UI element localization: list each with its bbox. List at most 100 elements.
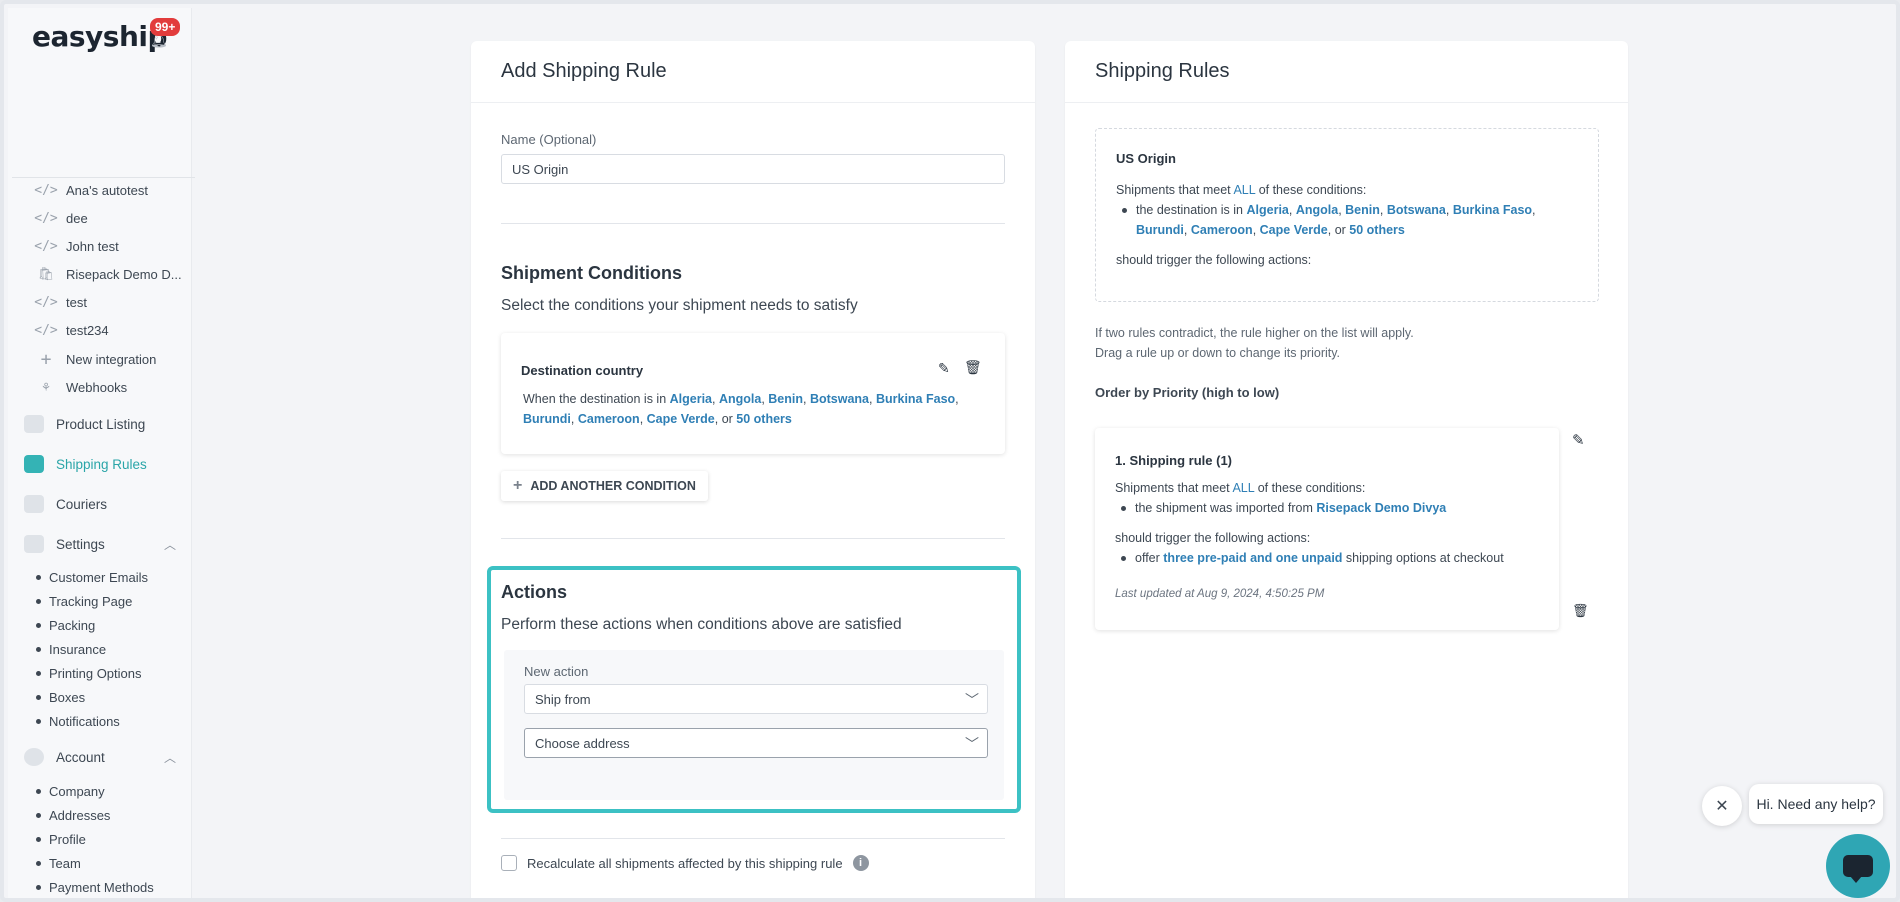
chevron-down-icon: ﹀	[965, 692, 979, 708]
add-condition-button[interactable]: + ADD ANOTHER CONDITION	[501, 471, 708, 501]
nav-settings[interactable]: Settings ︿	[24, 533, 184, 555]
account-profile[interactable]: Profile	[36, 832, 86, 847]
integration-test[interactable]: </> test	[34, 292, 87, 312]
help-line: If two rules contradict, the rule higher…	[1095, 326, 1414, 340]
edit-icon[interactable]: ✎	[938, 360, 950, 377]
others-link[interactable]: 50 others	[736, 412, 792, 426]
country-link[interactable]: Cape Verde	[647, 412, 715, 426]
meet-suffix: of these conditions:	[1254, 481, 1366, 495]
country-link[interactable]: Cameroon	[578, 412, 640, 426]
chevron-up-icon: ︿	[163, 537, 176, 552]
rule-preview: US Origin Shipments that meet ALL of the…	[1095, 128, 1599, 302]
chat-launcher-button[interactable]	[1826, 834, 1890, 898]
country-link[interactable]: Benin	[768, 392, 803, 406]
integration-risepack[interactable]: 🛍︎ Risepack Demo D...	[34, 264, 182, 284]
info-icon[interactable]: i	[852, 855, 869, 871]
settings-customer-emails[interactable]: Customer Emails	[36, 570, 148, 585]
settings-packing[interactable]: Packing	[36, 618, 95, 633]
country-link[interactable]: Algeria	[1247, 203, 1289, 217]
integration-label: John test	[66, 238, 119, 254]
shipping-rule-item[interactable]: 1. Shipping rule (1) Shipments that meet…	[1095, 428, 1559, 630]
integration-label: Webhooks	[66, 379, 128, 395]
couriers-icon	[24, 495, 44, 513]
condition-text: When the destination is in Algeria, Ango…	[523, 392, 959, 426]
country-link[interactable]: Algeria	[670, 392, 712, 406]
action-type-select[interactable]: Ship from ﹀	[524, 684, 988, 714]
meet-prefix: Shipments that meet	[1116, 183, 1234, 197]
preview-meet-line: Shipments that meet ALL of these conditi…	[1116, 180, 1576, 200]
preview-trigger-line: should trigger the following actions:	[1116, 253, 1312, 267]
notification-badge[interactable]: 99+	[150, 18, 181, 36]
condition-prefix: When the destination is in	[523, 392, 670, 406]
new-integration-link[interactable]: + New integration	[34, 348, 157, 370]
shipping-rules-card: Shipping Rules US Origin Shipments that …	[1065, 41, 1628, 898]
country-link[interactable]: Burundi	[1136, 223, 1184, 237]
code-icon: </>	[34, 210, 58, 226]
address-select[interactable]: Choose address ﹀	[524, 728, 988, 758]
rule-item-body: Shipments that meet ALL of these conditi…	[1115, 478, 1555, 568]
shipment-conditions-subtitle: Select the conditions your shipment need…	[501, 297, 858, 314]
country-link[interactable]: Burundi	[523, 412, 571, 426]
rule-preview-name: US Origin	[1116, 151, 1176, 166]
country-link[interactable]: Burkina Faso	[1453, 203, 1532, 217]
account-addresses[interactable]: Addresses	[36, 808, 110, 823]
rule-name-input[interactable]: US Origin	[501, 154, 1005, 184]
integration-label: dee	[66, 210, 88, 226]
webhooks-icon: ⚘	[42, 379, 50, 395]
integration-dee[interactable]: </> dee	[34, 208, 88, 228]
all-keyword: ALL	[1233, 183, 1256, 197]
rule-item-title: 1. Shipping rule (1)	[1115, 453, 1233, 468]
country-link[interactable]: Angola	[1296, 203, 1338, 217]
condition-title: Destination country	[521, 363, 644, 378]
help-line: Drag a rule up or down to change its pri…	[1095, 346, 1341, 360]
easyship-logo[interactable]: easyship	[32, 20, 168, 53]
edit-icon[interactable]: ✎	[1572, 431, 1585, 449]
settings-printing-options[interactable]: Printing Options	[36, 666, 142, 681]
delete-icon[interactable]: 🗑︎	[964, 359, 982, 376]
order-by-priority-title: Order by Priority (high to low)	[1095, 385, 1280, 400]
others-link[interactable]: 50 others	[1349, 223, 1405, 237]
code-icon: </>	[34, 238, 58, 254]
integration-label: Risepack Demo D...	[66, 266, 182, 282]
settings-insurance[interactable]: Insurance	[36, 642, 106, 657]
settings-notifications[interactable]: Notifications	[36, 714, 120, 729]
integration-label: test234	[66, 322, 109, 338]
integration-test234[interactable]: </> test234	[34, 320, 109, 340]
nav-account[interactable]: Account ︿	[24, 746, 184, 768]
nav-shipping-rules[interactable]: Shipping Rules	[24, 453, 184, 475]
settings-tracking-page[interactable]: Tracking Page	[36, 594, 132, 609]
chat-close-button[interactable]: ✕	[1702, 786, 1742, 826]
chat-prompt-bubble[interactable]: Hi. Need any help?	[1749, 784, 1883, 824]
recalculate-checkbox[interactable]	[501, 855, 517, 871]
country-link[interactable]: Angola	[719, 392, 761, 406]
country-link[interactable]: Cameroon	[1191, 223, 1253, 237]
plus-icon: +	[40, 348, 52, 370]
priority-help: If two rules contradict, the rule higher…	[1095, 323, 1414, 363]
country-link[interactable]: Botswana	[810, 392, 869, 406]
action-type-value: Ship from	[535, 691, 591, 707]
delete-icon[interactable]: 🗑︎	[1572, 603, 1589, 619]
store-link[interactable]: Risepack Demo Divya	[1316, 501, 1446, 515]
integration-ana-autotest[interactable]: </> Ana's autotest	[34, 180, 148, 200]
webhooks-link[interactable]: ⚘ Webhooks	[34, 377, 127, 397]
country-link[interactable]: Benin	[1345, 203, 1380, 217]
nav-couriers[interactable]: Couriers	[24, 493, 184, 515]
shopify-icon: 🛍︎	[37, 266, 55, 282]
meet-suffix: of these conditions:	[1255, 183, 1367, 197]
shipment-conditions-title: Shipment Conditions	[501, 263, 682, 283]
integration-john-test[interactable]: </> John test	[34, 236, 119, 256]
action-prefix: offer	[1135, 551, 1164, 565]
account-company[interactable]: Company	[36, 784, 105, 799]
account-payment-methods[interactable]: Payment Methods	[36, 880, 154, 895]
nav-product-listing[interactable]: Product Listing	[24, 413, 184, 435]
app-frame: easyship 🔔︎ 99+ </> Ana's autotest </> dee…	[0, 0, 1900, 902]
country-link[interactable]: Botswana	[1387, 203, 1446, 217]
account-team[interactable]: Team	[36, 856, 81, 871]
divider	[501, 838, 1005, 839]
action-link[interactable]: three pre-paid and one unpaid	[1163, 551, 1342, 565]
settings-boxes[interactable]: Boxes	[36, 690, 85, 705]
country-link[interactable]: Burkina Faso	[876, 392, 955, 406]
country-link[interactable]: Cape Verde	[1260, 223, 1328, 237]
bullet-prefix: the destination is in	[1136, 203, 1247, 217]
settings-icon	[24, 535, 44, 553]
